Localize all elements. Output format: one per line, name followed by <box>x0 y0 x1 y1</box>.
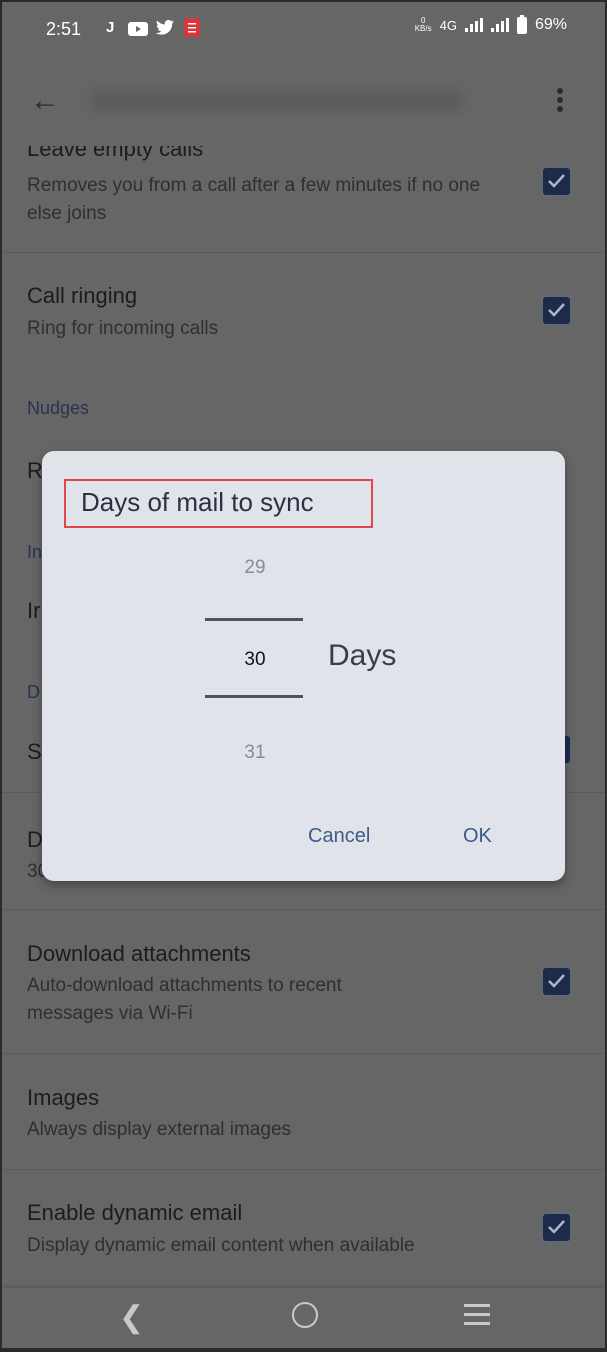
setting-subtitle: Display dynamic email content when avail… <box>27 1235 415 1256</box>
setting-subtitle: Auto-download attachments to recent mess… <box>27 975 342 1024</box>
ok-button[interactable]: OK <box>463 825 492 848</box>
net-speed-unit: KB/s <box>414 24 432 33</box>
title-highlight-box: Days of mail to sync <box>64 479 373 528</box>
check-icon <box>548 974 565 988</box>
obscured-inbox-item: Ir <box>27 598 41 623</box>
battery-icon <box>516 14 527 34</box>
jio-icon: J <box>106 19 115 36</box>
picker-selected-value[interactable]: 30 <box>205 649 305 671</box>
picker-divider-bottom <box>205 695 303 698</box>
picker-next-value[interactable]: 31 <box>205 742 305 764</box>
setting-leave-empty-calls[interactable]: Leave empty calls Removes you from a cal… <box>2 136 605 253</box>
cancel-button[interactable]: Cancel <box>308 825 370 848</box>
network-type: 4G <box>439 17 457 33</box>
check-icon <box>548 174 565 188</box>
youtube-icon <box>128 21 148 39</box>
picker-divider-top <box>205 618 303 621</box>
setting-images[interactable]: Images Always display external images <box>2 1054 605 1170</box>
setting-download-attachments[interactable]: Download attachments Auto-download attac… <box>2 910 605 1054</box>
obscured-days-item: D <box>27 827 43 852</box>
checkbox-leave-empty-calls[interactable] <box>543 168 570 195</box>
setting-title: Images <box>27 1085 100 1110</box>
status-right: 0 KB/s 4G 69% <box>415 14 567 34</box>
picker-unit-label: Days <box>328 639 397 672</box>
checkbox-call-ringing[interactable] <box>543 297 570 324</box>
setting-title: Enable dynamic email <box>27 1200 243 1225</box>
section-nudges: Nudges <box>27 398 90 418</box>
net-speed: 0 KB/s <box>415 17 432 33</box>
account-email-text: priyanka0219@gmail.com <box>92 90 277 107</box>
setting-subtitle: Always display external images <box>27 1119 292 1140</box>
days-to-sync-dialog: Days of mail to sync 29 30 31 Days Cance… <box>42 451 565 881</box>
setting-subtitle: Removes you from a call after a few minu… <box>27 175 481 224</box>
signal-icon-2 <box>490 18 509 32</box>
battery-percent: 69% <box>534 16 567 33</box>
obscured-data-section: D <box>27 682 40 702</box>
setting-title: Call ringing <box>27 283 138 308</box>
check-icon <box>548 303 565 317</box>
screen: 2:51 J 0 KB/s 4G 69% ← priyanka0219@gmai… <box>2 2 605 1348</box>
signal-icon <box>464 18 483 32</box>
account-email: priyanka0219@gmail.com <box>92 90 462 112</box>
setting-dynamic-email[interactable]: Enable dynamic email Display dynamic ema… <box>2 1170 605 1286</box>
arrow-left-icon[interactable]: ← <box>30 84 60 118</box>
setting-title: Download attachments <box>27 941 251 966</box>
document-icon <box>184 18 200 37</box>
obscured-inbox-section: In <box>27 542 43 562</box>
status-time: 2:51 <box>46 19 82 39</box>
setting-call-ringing[interactable]: Call ringing Ring for incoming calls <box>2 253 605 363</box>
more-vertical-icon[interactable] <box>557 88 565 115</box>
twitter-icon <box>156 19 174 38</box>
dialog-title: Days of mail to sync <box>81 487 314 517</box>
obscured-nudges-item: R <box>27 458 43 483</box>
obscured-sync-item: S <box>27 739 42 764</box>
setting-subtitle: Ring for incoming calls <box>27 318 219 339</box>
recents-icon[interactable] <box>464 1304 490 1331</box>
picker-previous-value[interactable]: 29 <box>205 557 305 579</box>
back-icon[interactable]: ❮ <box>119 1300 144 1335</box>
checkbox-dynamic-email[interactable] <box>543 1214 570 1241</box>
appbar-clip <box>2 120 605 146</box>
checkbox-download-attachments[interactable] <box>543 968 570 995</box>
navigation-bar: ❮ <box>2 1287 605 1348</box>
check-icon <box>548 1220 565 1234</box>
home-icon[interactable] <box>292 1302 318 1328</box>
status-bar: 2:51 J 0 KB/s 4G 69% <box>2 2 605 58</box>
